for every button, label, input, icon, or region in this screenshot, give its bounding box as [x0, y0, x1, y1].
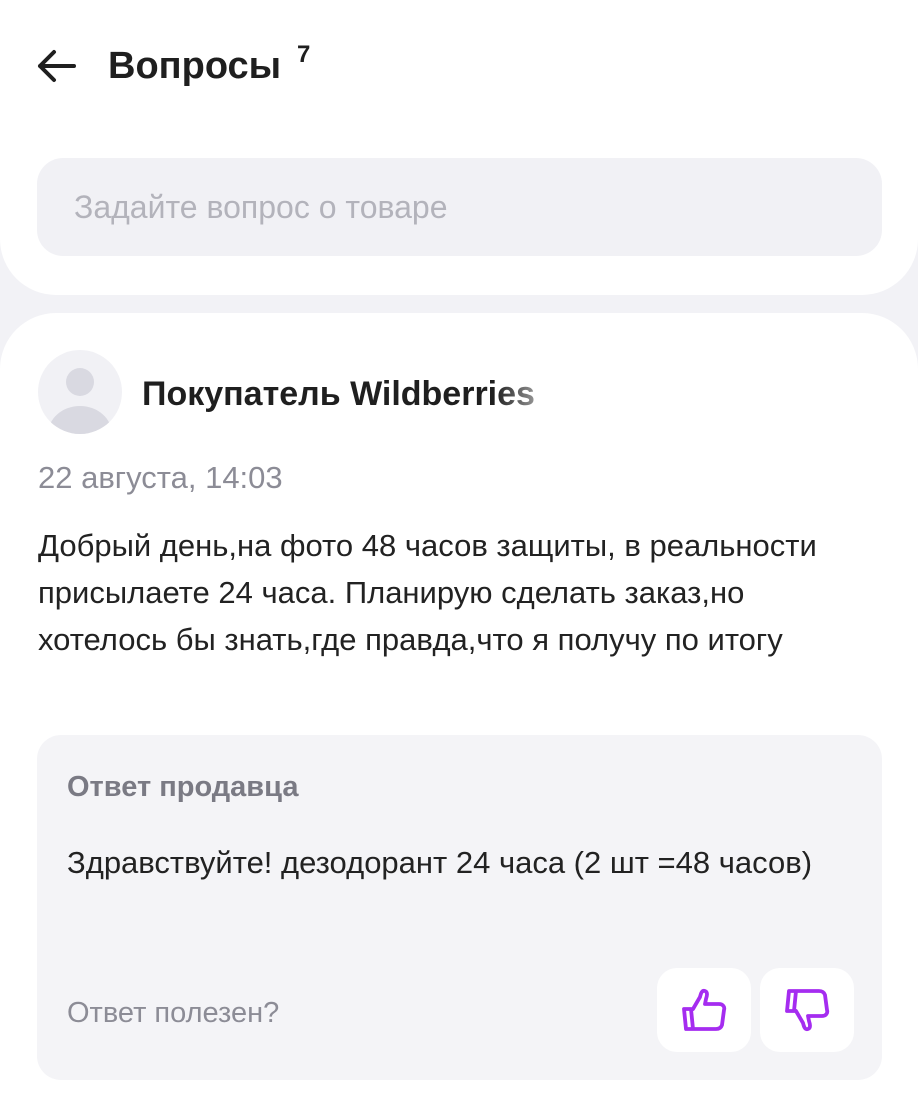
thumbs-down-icon — [785, 989, 830, 1032]
dislike-button[interactable] — [760, 968, 854, 1052]
like-button[interactable] — [657, 968, 751, 1052]
questions-count: 7 — [297, 41, 311, 68]
header-card: Вопросы 7 — [0, 0, 918, 295]
page-title: Вопросы — [108, 45, 282, 87]
helpful-question-label: Ответ полезен? — [67, 997, 280, 1029]
ask-question-input[interactable] — [37, 158, 882, 256]
arrow-left-icon — [38, 50, 76, 82]
question-date: 22 августа, 14:03 — [38, 460, 283, 495]
question-text: Добрый день,на фото 48 часов защиты, в р… — [38, 528, 817, 657]
thumbs-up-icon — [682, 988, 727, 1031]
answer-text: Здравствуйте! дезодорант 24 часа (2 шт =… — [67, 845, 813, 880]
question-author: Покупатель Wildberries — [142, 375, 535, 413]
user-icon — [38, 350, 122, 434]
answer-title: Ответ продавца — [67, 771, 299, 803]
back-button[interactable] — [30, 40, 82, 92]
seller-answer: Ответ продавца Здравствуйте! дезодорант … — [37, 735, 882, 1080]
